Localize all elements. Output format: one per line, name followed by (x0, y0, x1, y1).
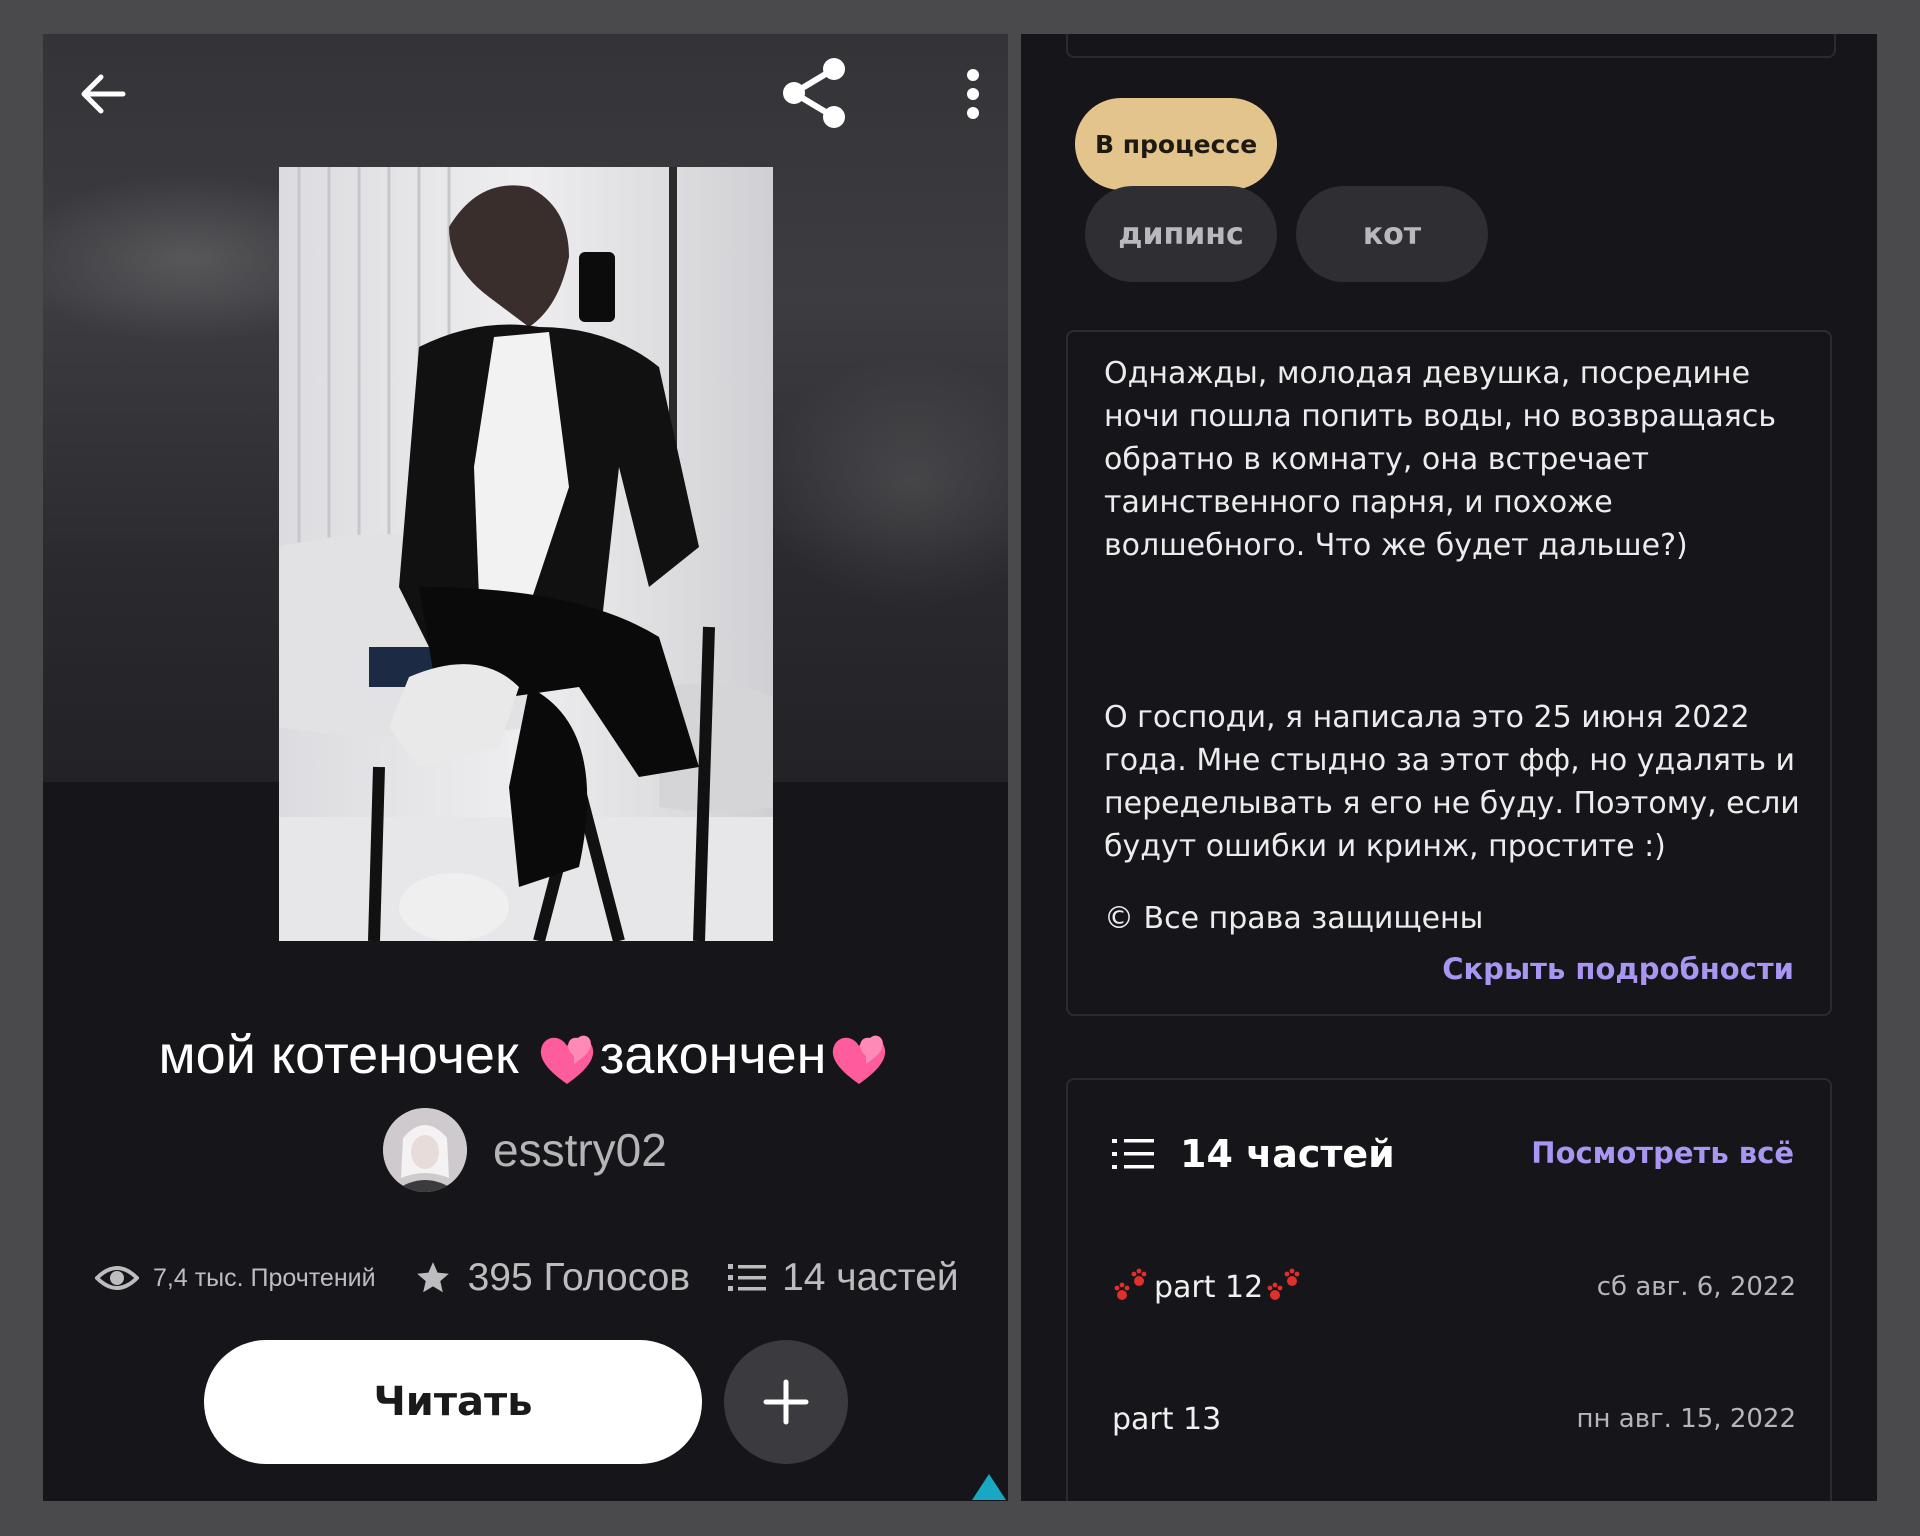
tag-chip[interactable]: дипинс (1085, 186, 1277, 282)
part-title-text: part 12 (1154, 1269, 1264, 1305)
scroll-indicator-icon (972, 1474, 1006, 1500)
parts-header: 14 частей (1112, 1132, 1395, 1176)
more-options-button[interactable] (948, 54, 998, 134)
paw-prints-icon (1114, 1268, 1147, 1300)
copyright-notice: © Все права защищены (1104, 901, 1484, 936)
paw-prints-icon (1267, 1268, 1300, 1300)
list-icon (728, 1264, 767, 1291)
cover-photo (279, 167, 773, 941)
avatar[interactable] (383, 1108, 467, 1192)
share-button[interactable] (773, 52, 857, 136)
list-item[interactable]: part 13 пн авг. 15, 2022 (1112, 1394, 1796, 1444)
add-to-library-button[interactable] (724, 1340, 848, 1464)
plus-icon (763, 1379, 809, 1425)
more-vert-icon (967, 69, 979, 119)
story-stats: 7,4 тыс. Прочтений 395 Голосов 14 частей (95, 1248, 995, 1308)
read-button[interactable]: Читать (204, 1340, 702, 1464)
hide-details-link[interactable]: Скрыть подробности (1442, 952, 1794, 986)
section-divider (1066, 34, 1836, 58)
part-date: сб авг. 6, 2022 (1596, 1272, 1796, 1302)
part-date: пн авг. 15, 2022 (1576, 1404, 1797, 1434)
status-badge: В процессе (1075, 98, 1278, 190)
parts-count: 14 частей (782, 1256, 959, 1299)
story-title-part-1: мой котеночек (158, 1025, 534, 1085)
votes-stat: 395 Голосов (414, 1256, 690, 1300)
reads-count: 7,4 тыс. Прочтений (153, 1263, 376, 1292)
votes-count: 395 Голосов (467, 1256, 691, 1299)
author-info[interactable]: esstry02 (383, 1107, 667, 1193)
story-cover-image[interactable] (279, 167, 773, 941)
star-icon (416, 1262, 449, 1293)
reads-stat: 7,4 тыс. Прочтений (95, 1262, 376, 1294)
story-details-panel: В процессе дипинс кот Однажды, молодая д… (1021, 34, 1877, 1501)
parts-stat: 14 частей (728, 1256, 959, 1300)
share-icon (783, 58, 845, 128)
avatar-image (383, 1108, 467, 1192)
description-card: Однажды, молодая девушка, посредине ночи… (1066, 330, 1832, 1016)
eye-icon (95, 1266, 139, 1290)
back-arrow-icon (81, 74, 126, 114)
part-title: part 13 (1112, 1401, 1222, 1437)
tag-chip[interactable]: кот (1296, 186, 1488, 282)
parts-card: 14 частей Посмотреть всё part 12 сб авг.… (1066, 1078, 1832, 1501)
parts-count-heading: 14 частей (1180, 1132, 1395, 1176)
two-hearts-icon (833, 1035, 886, 1084)
story-description: Однажды, молодая девушка, посредине ночи… (1104, 356, 1800, 864)
back-button[interactable] (63, 54, 143, 134)
view-all-link[interactable]: Посмотреть всё (1531, 1136, 1794, 1170)
story-overview-panel: мой котеночек закончен esstry02 7,4 тыс. (43, 34, 1008, 1501)
two-hearts-icon (540, 1035, 593, 1084)
story-title: мой котеночек закончен (43, 1024, 1008, 1092)
author-name[interactable]: esstry02 (493, 1123, 667, 1177)
part-title: part 12 (1112, 1267, 1305, 1307)
story-title-part-2: закончен (599, 1025, 827, 1085)
list-icon (1112, 1139, 1154, 1169)
list-item[interactable]: part 12 сб авг. 6, 2022 (1112, 1262, 1796, 1312)
